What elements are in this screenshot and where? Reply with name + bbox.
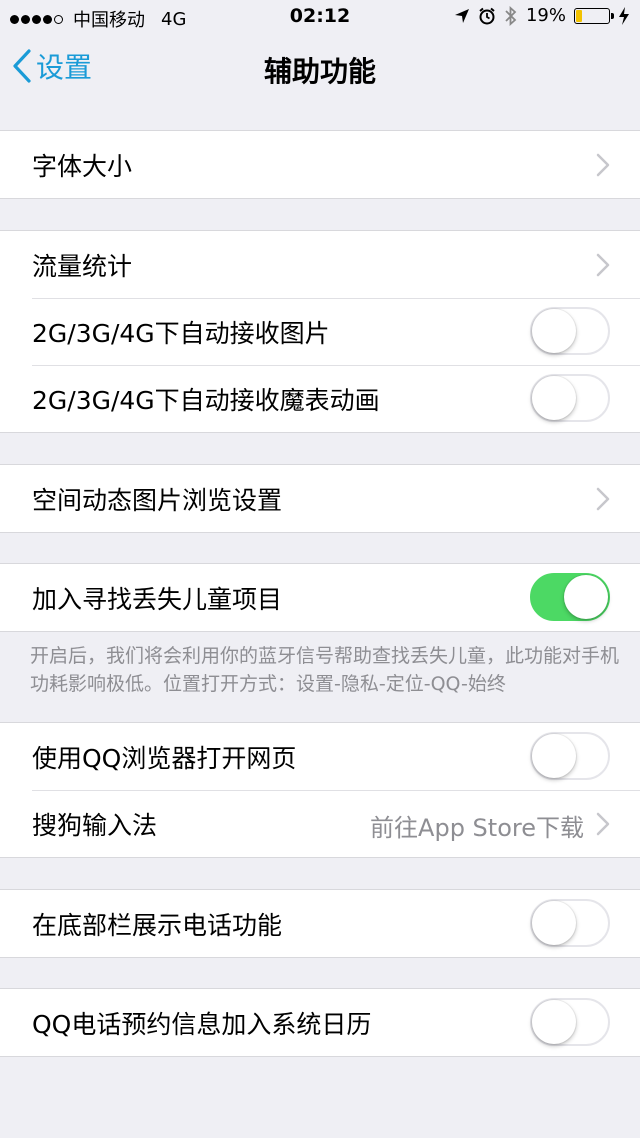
qq-browser-toggle[interactable]	[530, 732, 610, 780]
auto-magic-toggle[interactable]	[530, 374, 610, 422]
chevron-right-icon	[596, 153, 610, 177]
row-label: 在底部栏展示电话功能	[32, 910, 283, 940]
group-browser: 使用QQ浏览器打开网页 搜狗输入法 前往App Store下载	[0, 722, 640, 858]
charging-bolt-icon	[619, 6, 629, 25]
row-label: 使用QQ浏览器打开网页	[32, 743, 297, 773]
lost-children-footnote: 开启后，我们将会利用你的蓝牙信号帮助查找丢失儿童，此功能对手机功耗影响极低。位置…	[30, 645, 620, 695]
row-auto-receive-magic: 2G/3G/4G下自动接收魔表动画	[0, 365, 640, 432]
auto-images-toggle[interactable]	[530, 307, 610, 355]
chevron-right-icon	[596, 487, 610, 511]
bluetooth-icon	[505, 5, 517, 26]
row-label: 字体大小	[32, 151, 133, 181]
row-label: 2G/3G/4G下自动接收图片	[32, 318, 330, 348]
chevron-right-icon	[596, 812, 610, 836]
calendar-toggle[interactable]	[530, 998, 610, 1046]
row-traffic-stats[interactable]: 流量统计	[0, 231, 640, 298]
row-lost-children: 加入寻找丢失儿童项目	[0, 564, 640, 631]
row-phone-bar: 在底部栏展示电话功能	[0, 890, 640, 957]
row-label: 搜狗输入法	[32, 810, 158, 840]
battery-icon	[574, 7, 614, 24]
chevron-right-icon	[596, 253, 610, 277]
row-label: 空间动态图片浏览设置	[32, 485, 283, 515]
group-traffic: 流量统计 2G/3G/4G下自动接收图片 2G/3G/4G下自动接收魔表动画	[0, 230, 640, 433]
group-font: 字体大小	[0, 130, 640, 199]
row-qq-browser: 使用QQ浏览器打开网页	[0, 723, 640, 790]
row-label: QQ电话预约信息加入系统日历	[32, 1009, 372, 1039]
row-space-image-settings[interactable]: 空间动态图片浏览设置	[0, 465, 640, 532]
row-label: 流量统计	[32, 251, 133, 281]
group-space: 空间动态图片浏览设置	[0, 464, 640, 533]
row-label: 2G/3G/4G下自动接收魔表动画	[32, 385, 380, 415]
location-arrow-icon	[454, 8, 469, 23]
status-bar: 中国移动 4G 02:12 19%	[0, 0, 640, 34]
group-calendar: QQ电话预约信息加入系统日历	[0, 988, 640, 1057]
sogou-detail: 前往App Store下载	[370, 814, 584, 842]
battery-percent: 19%	[525, 5, 566, 26]
row-label: 加入寻找丢失儿童项目	[32, 584, 283, 614]
row-font-size[interactable]: 字体大小	[0, 131, 640, 198]
page-title: 辅助功能	[263, 55, 376, 88]
row-auto-receive-images: 2G/3G/4G下自动接收图片	[0, 298, 640, 365]
phone-bar-toggle[interactable]	[530, 899, 610, 947]
lost-children-toggle[interactable]	[530, 573, 610, 621]
row-sogou-input[interactable]: 搜狗输入法 前往App Store下载	[0, 790, 640, 857]
row-calendar: QQ电话预约信息加入系统日历	[0, 989, 640, 1056]
alarm-clock-icon	[479, 7, 495, 24]
group-phone-bar: 在底部栏展示电话功能	[0, 889, 640, 958]
group-lost-children: 加入寻找丢失儿童项目	[0, 563, 640, 632]
navigation-bar: 设置 辅助功能	[0, 34, 640, 98]
status-right: 19%	[454, 5, 630, 26]
